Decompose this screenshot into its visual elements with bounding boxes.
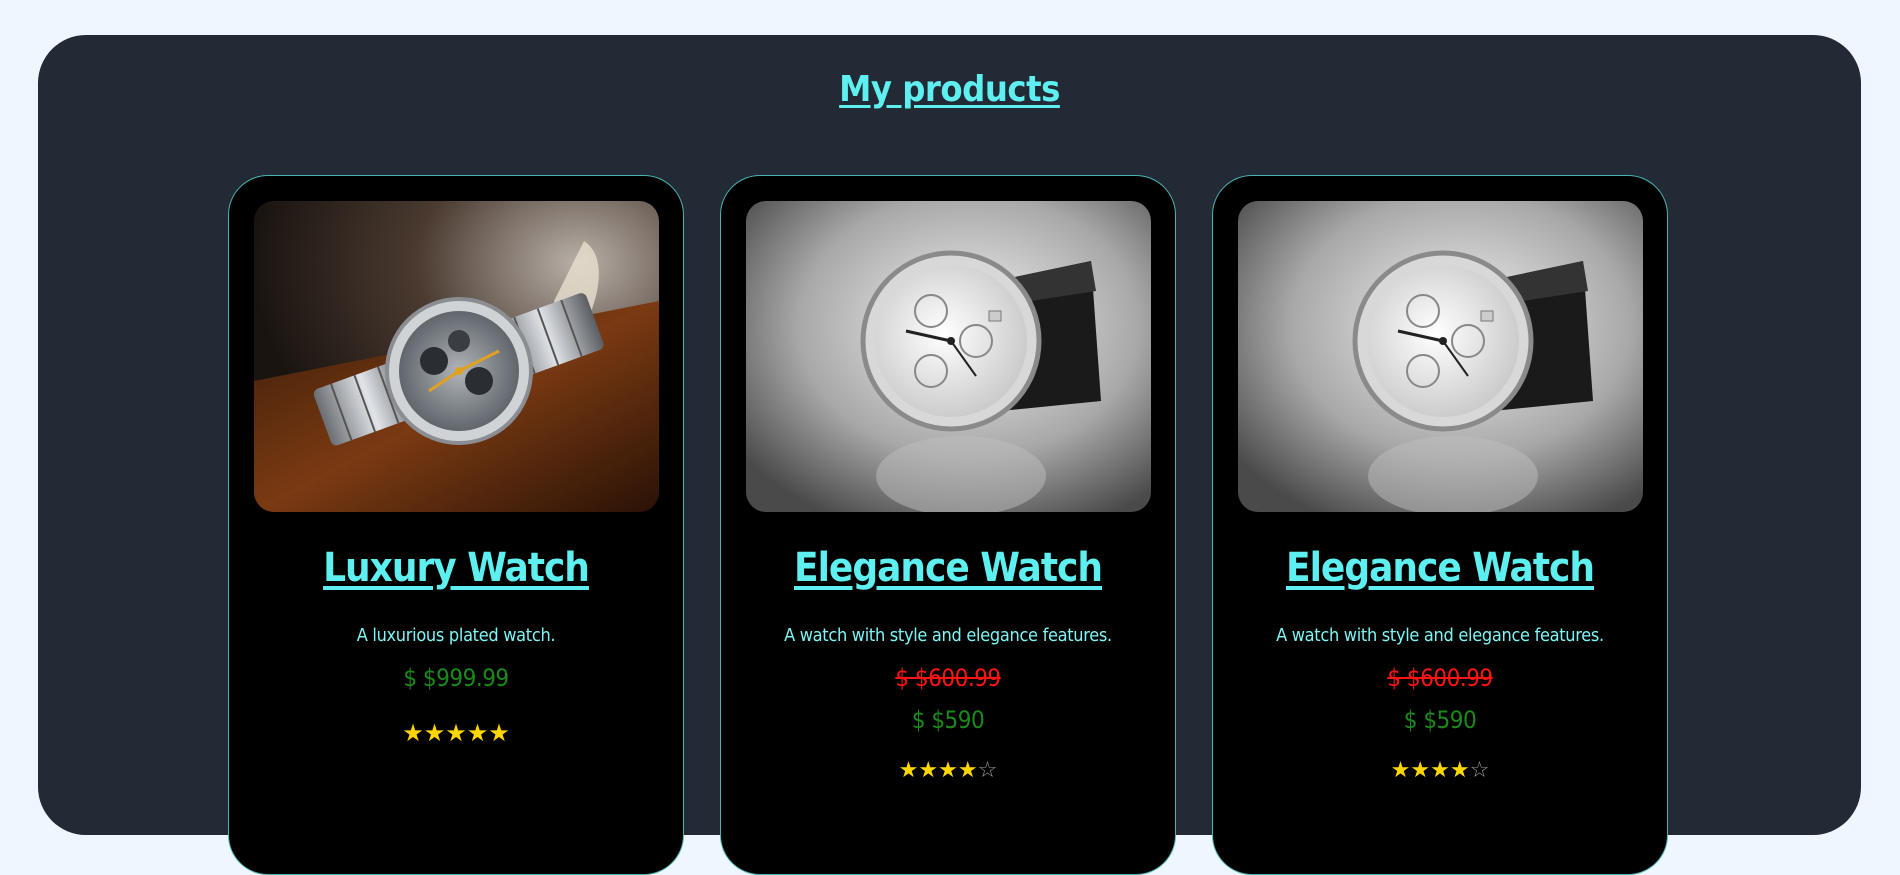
- products-panel: My products Luxury Watch A luxurious pla…: [38, 35, 1861, 875]
- product-card: Elegance Watch A watch with style and el…: [1212, 175, 1668, 875]
- star-rating: ★★★★☆: [721, 758, 1175, 783]
- product-price: $ $999.99: [403, 664, 509, 692]
- star-filled-icon: ★: [938, 758, 958, 783]
- star-rating: ★★★★☆: [1213, 758, 1667, 783]
- star-filled-icon: ★: [898, 758, 919, 783]
- star-filled-icon: ★: [1390, 758, 1411, 783]
- product-title[interactable]: Luxury Watch: [229, 545, 683, 591]
- star-filled-icon: ★: [488, 719, 510, 747]
- star-filled-icon: ★: [423, 719, 446, 747]
- star-filled-icon: ★: [1410, 758, 1431, 783]
- star-filled-icon: ★: [466, 719, 489, 747]
- product-title[interactable]: Elegance Watch: [721, 545, 1175, 591]
- product-card: Elegance Watch A watch with style and el…: [720, 175, 1176, 875]
- page-heading[interactable]: My products: [38, 69, 1861, 110]
- star-filled-icon: ★: [445, 719, 467, 747]
- star-filled-icon: ★: [918, 758, 939, 783]
- star-rating: ★★★★★: [229, 719, 683, 747]
- product-title[interactable]: Elegance Watch: [1213, 545, 1667, 591]
- product-image: [746, 201, 1151, 512]
- product-price: $ $590: [911, 706, 985, 734]
- star-empty-icon: ☆: [977, 758, 998, 783]
- star-filled-icon: ★: [1449, 758, 1470, 783]
- product-description: A watch with style and elegance features…: [784, 625, 1112, 646]
- star-filled-icon: ★: [1430, 758, 1450, 783]
- product-description: A luxurious plated watch.: [356, 625, 556, 646]
- star-filled-icon: ★: [957, 758, 978, 783]
- product-image: [254, 201, 659, 512]
- original-price: $ $600.99: [895, 664, 1001, 692]
- product-card: Luxury Watch A luxurious plated watch. $…: [228, 175, 684, 875]
- product-image: [1238, 201, 1643, 512]
- star-empty-icon: ☆: [1469, 758, 1490, 783]
- star-filled-icon: ★: [402, 719, 424, 747]
- product-price: $ $590: [1403, 706, 1477, 734]
- product-description: A watch with style and elegance features…: [1276, 625, 1604, 646]
- original-price: $ $600.99: [1387, 664, 1493, 692]
